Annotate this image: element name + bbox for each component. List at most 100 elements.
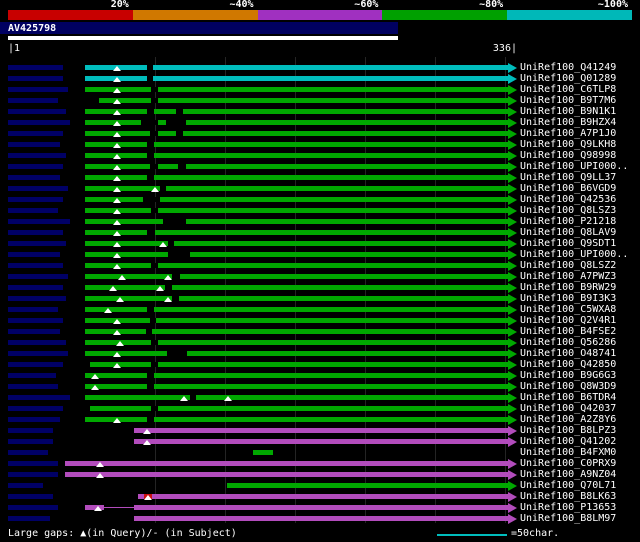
fifty-char-ruler-label: =50char. bbox=[511, 528, 559, 539]
query-gap-marker bbox=[143, 440, 151, 445]
hit-label[interactable]: UniRef100_Q9LL37 bbox=[520, 172, 616, 183]
hit-label[interactable]: UniRef100_Q42850 bbox=[520, 359, 616, 370]
hit-label[interactable]: UniRef100_B8LM97 bbox=[520, 513, 616, 524]
hit-label[interactable]: UniRef100_Q8LSZ2 bbox=[520, 260, 616, 271]
alignment-gap bbox=[147, 76, 153, 81]
alignment-gap bbox=[151, 87, 158, 92]
identity-scale-label: ~100% bbox=[598, 0, 628, 9]
hit-label[interactable]: UniRef100_Q8LSZ3 bbox=[520, 205, 616, 216]
left-gutter-bar bbox=[8, 252, 60, 257]
hit-alignment-bar[interactable] bbox=[65, 472, 508, 477]
hit-label[interactable]: UniRef100_P13653 bbox=[520, 502, 616, 513]
bar-continues-arrow bbox=[508, 404, 517, 414]
hit-alignment-bar[interactable] bbox=[134, 439, 508, 444]
bar-continues-arrow bbox=[508, 118, 517, 128]
hit-label[interactable]: UniRef100_A7PWZ3 bbox=[520, 271, 616, 282]
hit-label[interactable]: UniRef100_Q9SDT1 bbox=[520, 238, 616, 249]
hit-label[interactable]: UniRef100_B6VGD9 bbox=[520, 183, 616, 194]
hit-alignment-bar[interactable] bbox=[85, 395, 508, 400]
hit-label[interactable]: UniRef100_B6TDR4 bbox=[520, 392, 616, 403]
hit-label[interactable]: UniRef100_B9G6G3 bbox=[520, 370, 616, 381]
hit-label[interactable]: UniRef100_B9RW29 bbox=[520, 282, 616, 293]
hit-label[interactable]: UniRef100_UPI000.. bbox=[520, 161, 628, 172]
hit-label[interactable]: UniRef100_B9HZX4 bbox=[520, 117, 616, 128]
alignment-gap bbox=[147, 384, 154, 389]
alignment-gap bbox=[160, 186, 166, 191]
identity-scale-segment bbox=[382, 10, 507, 20]
hit-alignment-bar[interactable] bbox=[85, 219, 508, 224]
hit-label[interactable]: UniRef100_C6TLP8 bbox=[520, 84, 616, 95]
hit-label[interactable]: UniRef100_Q56286 bbox=[520, 337, 616, 348]
left-gutter-bar bbox=[8, 351, 68, 356]
hit-label[interactable]: UniRef100_B8LK63 bbox=[520, 491, 616, 502]
hit-alignment-bar[interactable] bbox=[85, 252, 508, 257]
query-gap-marker bbox=[113, 253, 121, 258]
hit-label[interactable]: UniRef100_UPI000.. bbox=[520, 249, 628, 260]
hit-label[interactable]: UniRef100_B9I3K3 bbox=[520, 293, 616, 304]
hit-label[interactable]: UniRef100_B9T7M6 bbox=[520, 95, 616, 106]
bar-continues-arrow bbox=[508, 217, 517, 227]
hit-alignment-bar[interactable] bbox=[85, 285, 508, 290]
identity-scale-segment bbox=[133, 10, 258, 20]
hit-label[interactable]: UniRef100_B9N1K1 bbox=[520, 106, 616, 117]
query-gap-marker bbox=[91, 374, 99, 379]
hit-label[interactable]: UniRef100_Q42037 bbox=[520, 403, 616, 414]
hit-alignment-bar[interactable] bbox=[85, 87, 508, 92]
hit-alignment-bar[interactable] bbox=[85, 340, 508, 345]
hit-alignment-bar[interactable] bbox=[138, 494, 508, 499]
query-gap-marker bbox=[113, 187, 121, 192]
left-gutter-bar bbox=[8, 384, 58, 389]
left-gutter-bar bbox=[8, 98, 58, 103]
left-gutter-bar bbox=[8, 164, 63, 169]
bar-continues-arrow bbox=[508, 206, 517, 216]
hit-label[interactable]: UniRef100_C5WXA8 bbox=[520, 304, 616, 315]
hit-alignment-bar[interactable] bbox=[85, 208, 508, 213]
hit-alignment-bar[interactable] bbox=[85, 263, 508, 268]
hit-label[interactable]: UniRef100_B4FXM0 bbox=[520, 447, 616, 458]
hit-label[interactable]: UniRef100_Q9LKH8 bbox=[520, 139, 616, 150]
hit-alignment-bar[interactable] bbox=[85, 296, 508, 301]
hit-alignment-bar[interactable] bbox=[227, 483, 508, 488]
hit-alignment-bar[interactable] bbox=[85, 318, 508, 323]
hit-label[interactable]: UniRef100_Q70L71 bbox=[520, 480, 616, 491]
hit-label[interactable]: UniRef100_Q98998 bbox=[520, 150, 616, 161]
hit-label[interactable]: UniRef100_O48741 bbox=[520, 348, 616, 359]
alignment-gap bbox=[151, 263, 158, 268]
hit-alignment-bar[interactable] bbox=[65, 461, 508, 466]
left-gutter-bar bbox=[8, 428, 53, 433]
query-gap-marker bbox=[118, 275, 126, 280]
hit-alignment-bar[interactable] bbox=[85, 351, 508, 356]
hit-alignment-bar[interactable] bbox=[85, 164, 508, 169]
gridline bbox=[295, 57, 296, 523]
hit-alignment-bar[interactable] bbox=[253, 450, 273, 455]
hit-label[interactable]: UniRef100_Q42536 bbox=[520, 194, 616, 205]
hit-label[interactable]: UniRef100_A9NZ04 bbox=[520, 469, 616, 480]
hit-label[interactable]: UniRef100_Q2V4R1 bbox=[520, 315, 616, 326]
left-gutter-bar bbox=[8, 131, 63, 136]
hit-label[interactable]: UniRef100_Q8LAV9 bbox=[520, 227, 616, 238]
hit-alignment-bar[interactable] bbox=[85, 505, 508, 510]
hit-alignment-bar[interactable] bbox=[85, 241, 508, 246]
query-gap-marker bbox=[113, 176, 121, 181]
hit-label[interactable]: UniRef100_C0PRX9 bbox=[520, 458, 616, 469]
hit-label[interactable]: UniRef100_Q01289 bbox=[520, 73, 616, 84]
query-name[interactable]: AV425798 bbox=[8, 23, 56, 34]
hit-label[interactable]: UniRef100_P21218 bbox=[520, 216, 616, 227]
gridline bbox=[225, 57, 226, 523]
hit-label[interactable]: UniRef100_Q8W3D9 bbox=[520, 381, 616, 392]
hit-label[interactable]: UniRef100_A7P1J0 bbox=[520, 128, 616, 139]
hit-alignment-bar[interactable] bbox=[85, 131, 508, 136]
bar-continues-arrow bbox=[508, 228, 517, 238]
hit-label[interactable]: UniRef100_Q41202 bbox=[520, 436, 616, 447]
hit-label[interactable]: UniRef100_Q41249 bbox=[520, 62, 616, 73]
hit-alignment-bar[interactable] bbox=[134, 428, 508, 433]
alignment-gap bbox=[151, 362, 158, 367]
hit-label[interactable]: UniRef100_B8LPZ3 bbox=[520, 425, 616, 436]
hit-alignment-bar[interactable] bbox=[85, 186, 508, 191]
hit-alignment-bar[interactable] bbox=[85, 274, 508, 279]
hit-label[interactable]: UniRef100_A2Z8Y6 bbox=[520, 414, 616, 425]
bar-continues-arrow bbox=[508, 316, 517, 326]
hit-label[interactable]: UniRef100_B4FSE2 bbox=[520, 326, 616, 337]
hit-alignment-bar[interactable] bbox=[134, 516, 508, 521]
hit-alignment-bar[interactable] bbox=[99, 98, 508, 103]
